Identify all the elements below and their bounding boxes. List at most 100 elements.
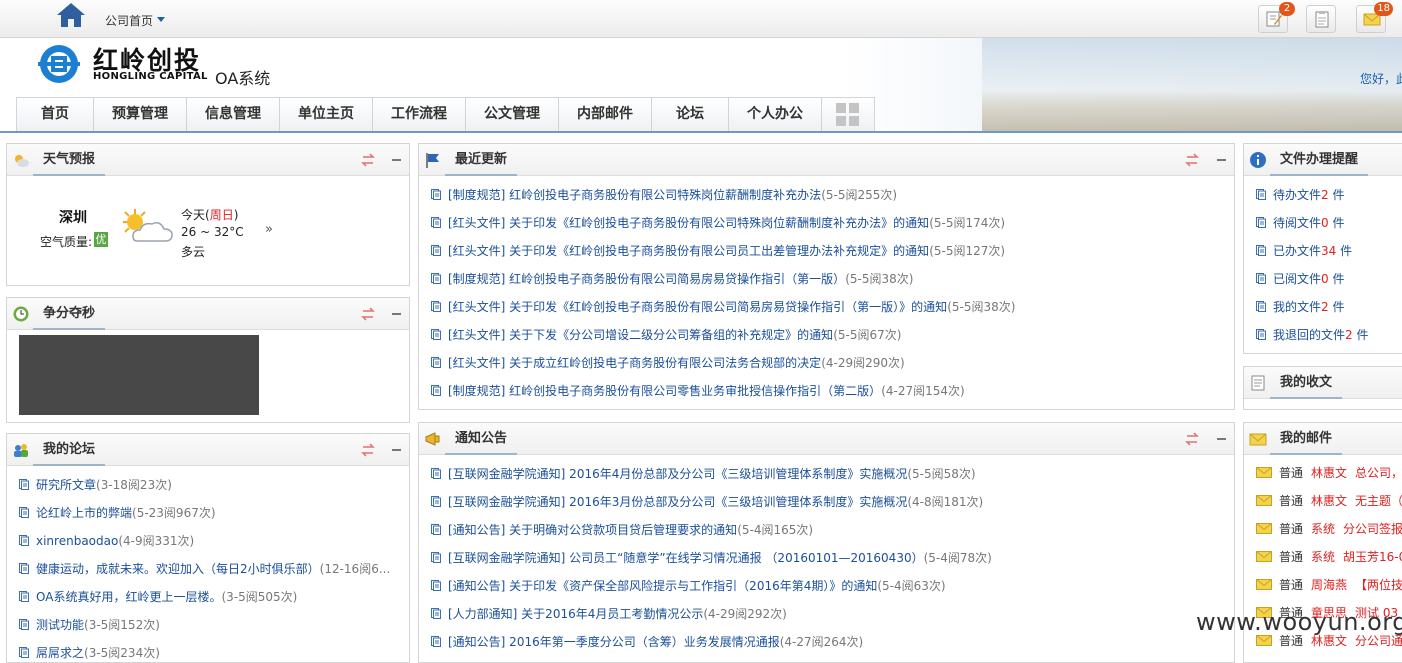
mail-item[interactable]: 普通 林惠文 总公司， [1256, 459, 1402, 487]
message-button[interactable]: 18 [1356, 2, 1393, 33]
notice-item[interactable]: [互联网金融学院通知] 2016年4月份总部及分公司《三级培训管理体系制度》实施… [431, 460, 976, 488]
item-title[interactable]: [互联网金融学院通知] 2016年4月份总部及分公司《三级培训管理体系制度》实施… [448, 467, 907, 481]
mail-item[interactable]: 普通 周海燕 【两位技 [1256, 571, 1402, 599]
home-icon[interactable] [56, 2, 86, 28]
item-title[interactable]: [通知公告] 关于明确对公贷款项目贷后管理要求的通知 [448, 523, 737, 537]
forum-list-item[interactable]: 屌屌求之(3-5阅234次) [19, 639, 160, 662]
reminder-label[interactable]: 已阅文件 [1273, 272, 1321, 286]
document-reminder-item[interactable]: 待阅文件0 件 [1256, 209, 1344, 237]
reminder-unit: 件 [1336, 244, 1353, 258]
item-title[interactable]: 研究所文章 [36, 478, 96, 492]
document-reminder-item[interactable]: 待办文件2 件 [1256, 181, 1344, 209]
reminder-label[interactable]: 我的文件 [1273, 300, 1321, 314]
nav-item-personal-office[interactable]: 个人办公 [729, 98, 822, 131]
notice-item[interactable]: [互联网金融学院通知] 公司员工“随意学”在线学习情况通报 （20160101—… [431, 544, 992, 572]
item-title[interactable]: OA系统真好用，红岭更上一层楼。 [36, 590, 221, 604]
nav-item-budget[interactable]: 预算管理 [94, 98, 187, 131]
next-day-button[interactable]: » [265, 222, 273, 237]
collapse-icon[interactable] [392, 449, 401, 451]
recent-update-item[interactable]: [红头文件] 关于印发《红岭创投电子商务股份有限公司简易房易贷操作指引（第一版）… [431, 293, 1015, 321]
notice-item[interactable]: [通知公告] 关于明确对公贷款项目贷后管理要求的通知(5-4阅165次) [431, 516, 813, 544]
chevron-down-icon[interactable] [157, 17, 165, 22]
recent-update-item[interactable]: [红头文件] 关于成立红岭创投电子商务股份有限公司法务合规部的决定(4-29阅2… [431, 349, 905, 377]
item-title[interactable]: [人力部通知] 关于2016年4月员工考勤情况公示 [448, 607, 703, 621]
reminder-label[interactable]: 待办文件 [1273, 188, 1321, 202]
item-title[interactable]: 屌屌求之 [36, 646, 84, 660]
notice-item[interactable]: [人力部通知] 关于2016年4月员工考勤情况公示(4-29阅292次) [431, 600, 787, 628]
forum-list-item[interactable]: xinrenbaodao(4-9阅331次) [19, 527, 194, 555]
nav-item-home[interactable]: 首页 [17, 98, 94, 131]
mail-subject[interactable]: 分公司通 [1355, 634, 1402, 648]
reminder-label[interactable]: 我退回的文件 [1273, 328, 1345, 342]
nav-item-info[interactable]: 信息管理 [187, 98, 280, 131]
mail-item[interactable]: 普通 林惠文 无主题（ [1256, 487, 1402, 515]
city-name: 深圳 [59, 210, 87, 226]
mail-subject[interactable]: 无主题（ [1355, 494, 1402, 508]
mail-priority: 普通 [1279, 522, 1304, 536]
item-title[interactable]: [制度规范] 红岭创投电子商务股份有限公司零售业务审批授信操作指引（第二版） [448, 384, 881, 398]
item-title[interactable]: [红头文件] 关于印发《红岭创投电子商务股份有限公司员工出差管理办法补充规定》的… [448, 244, 929, 258]
mail-subject[interactable]: 胡玉芳16-0 [1343, 550, 1402, 564]
refresh-icon[interactable] [1184, 153, 1200, 167]
document-reminder-item[interactable]: 我退回的文件2 件 [1256, 321, 1368, 349]
mail-subject[interactable]: 【两位技 [1355, 578, 1402, 592]
home-dropdown-label[interactable]: 公司首页 [105, 12, 153, 29]
reminder-count: 0 [1321, 272, 1329, 286]
item-title[interactable]: [通知公告] 关于印发《资产保全部风险提示与工作指引（2016年第4期）》的通知 [448, 579, 877, 593]
nav-item-internal-mail[interactable]: 内部邮件 [559, 98, 652, 131]
forum-list-item[interactable]: 论红岭上市的弊端(5-23阅967次) [19, 499, 216, 527]
mail-priority: 普通 [1279, 634, 1304, 648]
notice-item[interactable]: [通知公告] 关于印发《资产保全部风险提示与工作指引（2016年第4期）》的通知… [431, 572, 946, 600]
forum-list-item[interactable]: 研究所文章(3-18阅23次) [19, 471, 172, 499]
reminder-label[interactable]: 已办文件 [1273, 244, 1321, 258]
clipboard-button[interactable] [1306, 5, 1336, 33]
notice-item[interactable]: [互联网金融学院通知] 2016年3月份总部及分公司《三级培训管理体系制度》实施… [431, 488, 983, 516]
recent-update-item[interactable]: [红头文件] 关于印发《红岭创投电子商务股份有限公司员工出差管理办法补充规定》的… [431, 237, 1005, 265]
collapse-icon[interactable] [392, 159, 401, 161]
item-title[interactable]: [制度规范] 红岭创投电子商务股份有限公司特殊岗位薪酬制度补充办法 [448, 188, 821, 202]
collapse-icon[interactable] [392, 313, 401, 315]
document-reminder-item[interactable]: 我的文件2 件 [1256, 293, 1344, 321]
mail-subject[interactable]: 分公司签报 [1343, 522, 1402, 536]
document-reminder-item[interactable]: 已阅文件0 件 [1256, 265, 1344, 293]
item-title[interactable]: [互联网金融学院通知] 2016年3月份总部及分公司《三级培训管理体系制度》实施… [448, 495, 907, 509]
mail-item[interactable]: 普通 系统 胡玉芳16-0 [1256, 543, 1402, 571]
item-title[interactable]: xinrenbaodao [36, 534, 118, 548]
item-title[interactable]: 论红岭上市的弊端 [36, 506, 132, 520]
mail-subject[interactable]: 总公司， [1355, 466, 1402, 480]
item-title[interactable]: [制度规范] 红岭创投电子商务股份有限公司简易房易贷操作指引（第一版） [448, 272, 845, 286]
forum-list-item[interactable]: 测试功能(3-5阅152次) [19, 611, 160, 639]
refresh-icon[interactable] [360, 443, 376, 457]
recent-update-item[interactable]: [红头文件] 关于印发《红岭创投电子商务股份有限公司特殊岗位薪酬制度补充办法》的… [431, 209, 1005, 237]
refresh-icon[interactable] [360, 307, 376, 321]
item-title[interactable]: [红头文件] 关于印发《红岭创投电子商务股份有限公司特殊岗位薪酬制度补充办法》的… [448, 216, 929, 230]
item-title[interactable]: 健康运动，成就未来。欢迎加入（每日2小时俱乐部） [36, 562, 320, 576]
recent-update-item[interactable]: [制度规范] 红岭创投电子商务股份有限公司简易房易贷操作指引（第一版）(5-5阅… [431, 265, 913, 293]
nav-grid-menu-button[interactable] [822, 98, 874, 131]
item-title[interactable]: [红头文件] 关于下发《分公司增设二级分公司筹备组的补充规定》的通知 [448, 328, 833, 342]
forum-list-item[interactable]: OA系统真好用，红岭更上一层楼。(3-5阅505次) [19, 583, 297, 611]
collapse-icon[interactable] [1217, 438, 1226, 440]
mail-item[interactable]: 普通 系统 分公司签报 [1256, 515, 1402, 543]
nav-item-documents[interactable]: 公文管理 [466, 98, 559, 131]
mail-sender: 林惠文 [1311, 494, 1348, 508]
nav-item-forum[interactable]: 论坛 [652, 98, 729, 131]
recent-update-item[interactable]: [制度规范] 红岭创投电子商务股份有限公司零售业务审批授信操作指引（第二版）(4… [431, 377, 965, 405]
nav-item-unit-home[interactable]: 单位主页 [280, 98, 373, 131]
recent-update-item[interactable]: [制度规范] 红岭创投电子商务股份有限公司特殊岗位薪酬制度补充办法(5-5阅25… [431, 181, 897, 209]
recent-update-item[interactable]: [红头文件] 关于下发《分公司增设二级分公司筹备组的补充规定》的通知(5-5阅6… [431, 321, 901, 349]
nav-item-workflow[interactable]: 工作流程 [373, 98, 466, 131]
item-title[interactable]: [互联网金融学院通知] 公司员工“随意学”在线学习情况通报 （20160101—… [448, 551, 924, 565]
document-reminder-item[interactable]: 已办文件34 件 [1256, 237, 1352, 265]
refresh-icon[interactable] [1184, 432, 1200, 446]
document-icon [19, 647, 29, 658]
edit-note-button[interactable]: 2 [1258, 2, 1295, 33]
item-title[interactable]: [通知公告] 2016年第一季度分公司（含筹）业务发展情况通报 [448, 635, 780, 649]
collapse-icon[interactable] [1217, 159, 1226, 161]
reminder-label[interactable]: 待阅文件 [1273, 216, 1321, 230]
forum-list-item[interactable]: 健康运动，成就未来。欢迎加入（每日2小时俱乐部）(12-16阅6... [19, 555, 390, 583]
item-title[interactable]: [红头文件] 关于印发《红岭创投电子商务股份有限公司简易房易贷操作指引（第一版）… [448, 300, 947, 314]
refresh-icon[interactable] [360, 153, 376, 167]
item-title[interactable]: [红头文件] 关于成立红岭创投电子商务股份有限公司法务合规部的决定 [448, 356, 821, 370]
item-title[interactable]: 测试功能 [36, 618, 84, 632]
